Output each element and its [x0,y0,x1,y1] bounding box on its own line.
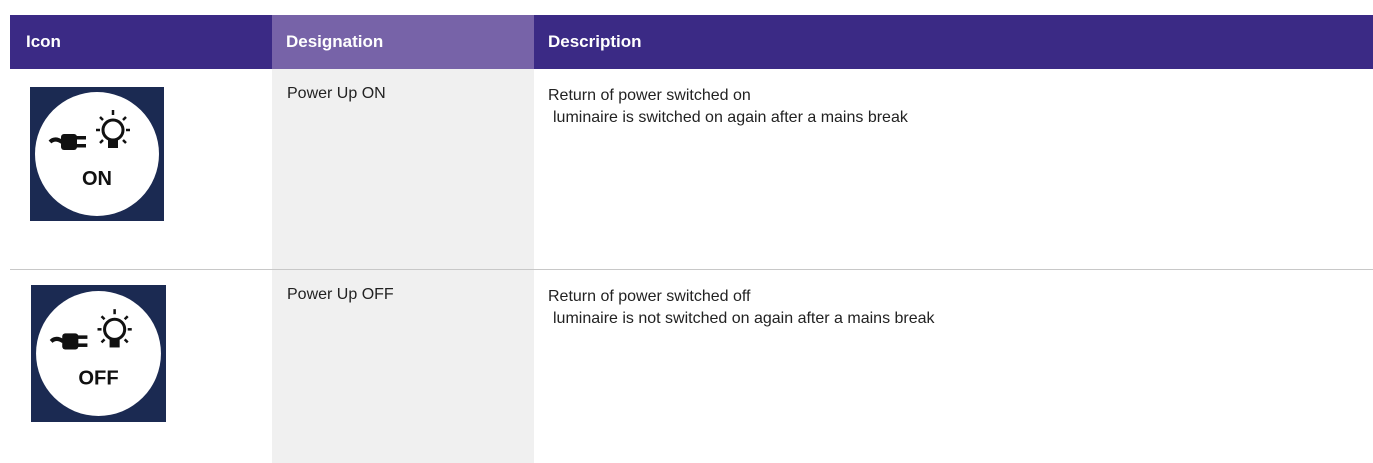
table-header: Icon Designation Description [10,15,1373,69]
header-description: Description [534,15,1373,69]
description-cell: Return of power switched off luminaire i… [534,270,1373,463]
power-up-off-icon: OFF [31,285,166,422]
icon-label-off: OFF [78,368,118,390]
description-main: Return of power switched on [548,87,751,104]
power-up-on-icon: ON [30,87,164,221]
description-sub: luminaire is switched on again after a m… [553,109,908,126]
settings-table: Icon Designation Description ON Power Up… [10,15,1373,463]
icon-cell: ON [10,69,272,269]
table-row: OFF Power Up OFF Return of power switche… [10,270,1373,463]
description-main: Return of power switched off [548,288,751,305]
header-designation: Designation [272,15,534,69]
icon-label-on: ON [82,168,112,190]
designation-cell: Power Up ON [272,69,534,269]
icon-cell: OFF [10,270,272,463]
description-cell: Return of power switched on luminaire is… [534,69,1373,269]
description-sub: luminaire is not switched on again after… [553,310,935,327]
designation-cell: Power Up OFF [272,270,534,463]
header-icon: Icon [10,15,272,69]
table-row: ON Power Up ON Return of power switched … [10,69,1373,270]
